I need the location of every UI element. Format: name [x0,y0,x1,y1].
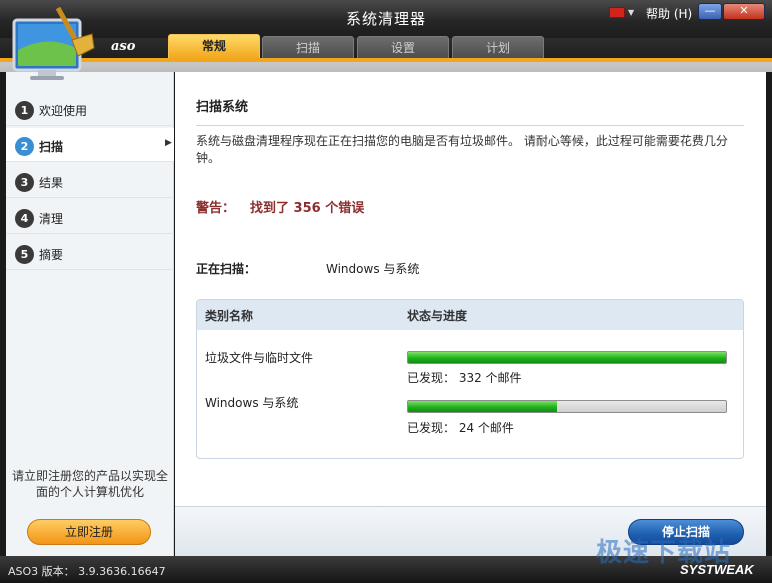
brand-label: aso [111,39,136,54]
scan-description: 系统与磁盘清理程序现在正在扫描您的电脑是否有垃圾邮件。 请耐心等候，此过程可能需… [196,134,728,165]
chevron-right-icon: ▶ [165,138,172,148]
header-divider [0,62,772,72]
sidebar-item-label: 结果 [39,176,64,190]
errors-found-text: 找到了 356 个错误 [250,201,365,216]
tab-scan[interactable]: 扫描 [262,36,354,58]
sidebar-item-label: 扫描 [39,140,64,154]
progress-fill [408,352,726,363]
sidebar-item-scan[interactable]: 2 扫描 ▶ [6,128,174,162]
table-row-category: Windows 与系统 [205,396,299,410]
sidebar-item-results[interactable]: 3 结果 [6,164,174,198]
tab-schedule[interactable]: 计划 [452,36,544,58]
close-button[interactable]: ✕ [723,3,765,20]
step-number-badge: 5 [15,245,34,264]
register-promo-text: 请立即注册您的产品以实现全面的个人计算机优化 [12,469,169,499]
step-number-badge: 4 [15,209,34,228]
column-header-status: 状态与进度 [407,309,468,323]
scan-progress-table: 类别名称 状态与进度 垃圾文件与临时文件 已发现： 332 个邮件 Window… [196,299,744,459]
title-divider [196,125,744,126]
version-text: ASO3 版本： 3.9.3636.16647 [8,565,166,578]
tab-settings[interactable]: 设置 [357,36,449,58]
main-panel: 扫描系统 系统与磁盘清理程序现在正在扫描您的电脑是否有垃圾邮件。 请耐心等候，此… [175,72,766,506]
sidebar-item-clean[interactable]: 4 清理 [6,200,174,234]
watermark: 极速下载站 [596,538,732,568]
warning-label: 警告： [196,201,236,216]
language-flag-icon[interactable] [609,7,625,18]
chevron-down-icon[interactable]: ▼ [628,8,634,17]
sidebar-item-label: 摘要 [39,248,64,262]
sidebar: 1 欢迎使用 2 扫描 ▶ 3 结果 4 清理 5 摘要 请立即注册您的产品以实… [6,72,174,556]
sidebar-item-label: 清理 [39,212,64,226]
table-header: 类别名称 状态与进度 [197,300,743,330]
column-header-category: 类别名称 [205,309,254,323]
sidebar-item-label: 欢迎使用 [39,104,88,118]
tab-general[interactable]: 常规 [168,34,260,58]
table-row-category: 垃圾文件与临时文件 [205,351,314,365]
step-number-badge: 3 [15,173,34,192]
progress-bar [407,351,727,364]
step-number-badge: 2 [15,137,34,156]
sidebar-item-welcome[interactable]: 1 欢迎使用 [6,92,174,126]
page-title: 扫描系统 [196,100,249,115]
scanning-label: 正在扫描： [196,262,257,276]
found-count: 已发现： 24 个邮件 [407,421,514,435]
scanning-target: Windows 与系统 [326,262,420,276]
register-now-button[interactable]: 立即注册 [27,519,151,545]
minimize-button[interactable]: — [698,3,722,20]
step-number-badge: 1 [15,101,34,120]
found-count: 已发现： 332 个邮件 [407,371,522,385]
app-logo-icon [12,6,95,80]
sidebar-item-summary[interactable]: 5 摘要 [6,236,174,270]
help-menu[interactable]: 帮助 (H) [646,5,692,22]
progress-fill [408,401,558,412]
title-bar: 系统清理器 ▼ 帮助 (H) — ✕ [0,0,772,38]
progress-bar [407,400,727,413]
